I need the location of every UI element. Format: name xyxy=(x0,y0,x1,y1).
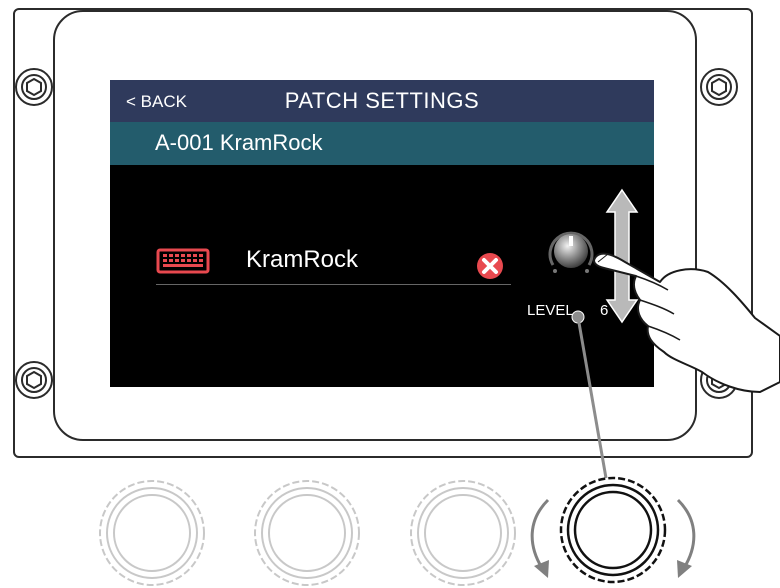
hardware-knob-3[interactable] xyxy=(408,478,518,588)
rotate-left-arrow-icon xyxy=(530,498,550,578)
hardware-knob-4[interactable] xyxy=(558,475,668,585)
hardware-knob-2[interactable] xyxy=(252,478,362,588)
callout-line xyxy=(571,310,608,479)
rotate-right-arrow-icon xyxy=(676,498,696,578)
hardware-knob-1[interactable] xyxy=(97,478,207,588)
